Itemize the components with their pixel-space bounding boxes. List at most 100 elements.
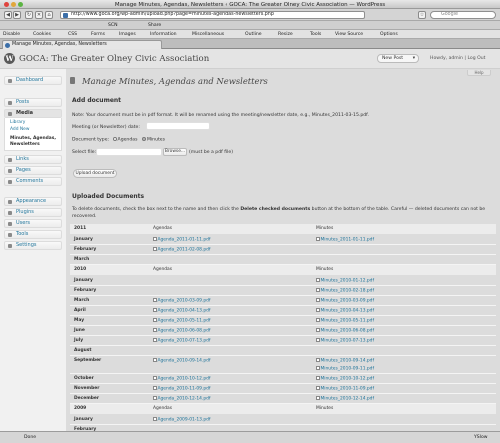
document-link[interactable]: Minutes_2010-04-13.pdf <box>321 308 375 313</box>
delete-checkbox[interactable] <box>153 386 157 390</box>
document-link[interactable]: Minutes_2010-02-18.pdf <box>321 288 375 293</box>
minutes-document[interactable]: Minutes_2010-12-14.pdf <box>316 396 374 401</box>
delete-checkbox[interactable] <box>153 338 157 342</box>
delete-checkbox[interactable] <box>153 376 157 380</box>
document-link[interactable]: Minutes_2010-06-08.pdf <box>321 328 375 333</box>
dev-resize[interactable]: Resize <box>278 32 293 37</box>
new-post-button[interactable]: New Post ▾ <box>377 54 419 63</box>
minutes-document[interactable]: Minutes_2010-09-11.pdf <box>316 366 374 371</box>
agenda-document[interactable]: Agenda_2010-09-14.pdf <box>153 358 210 363</box>
stop-icon[interactable]: ✕ <box>35 11 43 19</box>
menu-media[interactable]: Media <box>4 109 62 118</box>
document-link[interactable]: Minutes_2011-01-11.pdf <box>321 237 375 242</box>
delete-checkbox[interactable] <box>153 328 157 332</box>
menu-tools[interactable]: Tools <box>4 230 62 239</box>
minutes-document[interactable]: Minutes_2010-06-08.pdf <box>316 328 374 333</box>
menu-users[interactable]: Users <box>4 219 62 228</box>
minutes-document[interactable]: Minutes_2010-11-09.pdf <box>316 386 374 391</box>
document-link[interactable]: Agenda_2011-01-11.pdf <box>158 237 211 242</box>
menu-links[interactable]: Links <box>4 155 62 164</box>
document-link[interactable]: Agenda_2010-12-14.pdf <box>158 396 211 401</box>
minutes-document[interactable]: Minutes_2010-02-18.pdf <box>316 288 374 293</box>
delete-checkbox[interactable] <box>316 318 320 322</box>
delete-checkbox[interactable] <box>153 308 157 312</box>
agenda-document[interactable]: Agenda_2010-12-14.pdf <box>153 396 210 401</box>
delete-checkbox[interactable] <box>153 247 157 251</box>
minutes-document[interactable]: Minutes_2010-04-13.pdf <box>316 308 374 313</box>
menu-appearance[interactable]: Appearance <box>4 197 62 206</box>
tab-manage-minutes[interactable]: Manage Minutes, Agendas, Newsletters <box>2 40 162 49</box>
dev-outline[interactable]: Outline <box>245 32 262 37</box>
url-field[interactable]: http://www.goca.org/wp-admin/upload.php?… <box>60 11 365 19</box>
delete-checkbox[interactable] <box>153 396 157 400</box>
home-icon[interactable]: ⌂ <box>45 11 53 19</box>
back-icon[interactable]: ◀ <box>4 11 12 19</box>
minutes-document[interactable]: Minutes_2010-10-12.pdf <box>316 376 374 381</box>
yslow-indicator[interactable]: YSlow <box>474 435 488 440</box>
agenda-document[interactable]: Agenda_2009-01-13.pdf <box>153 417 210 422</box>
document-link[interactable]: Minutes_2010-09-14.pdf <box>321 358 375 363</box>
document-link[interactable]: Agenda_2010-06-08.pdf <box>158 328 211 333</box>
delete-checkbox[interactable] <box>153 417 157 421</box>
delete-checkbox[interactable] <box>153 358 157 362</box>
bookmark-scn[interactable]: SCN <box>108 23 118 28</box>
document-link[interactable]: Minutes_2010-11-09.pdf <box>321 386 375 391</box>
user-greeting[interactable]: Howdy, admin | Log Out <box>430 56 485 61</box>
menu-plugins[interactable]: Plugins <box>4 208 62 217</box>
delete-checkbox[interactable] <box>316 366 320 370</box>
agenda-document[interactable]: Agenda_2010-06-08.pdf <box>153 328 210 333</box>
delete-checkbox[interactable] <box>316 376 320 380</box>
agenda-document[interactable]: Agenda_2011-02-08.pdf <box>153 247 210 252</box>
document-link[interactable]: Agenda_2010-03-09.pdf <box>158 298 211 303</box>
dev-view-source[interactable]: View Source <box>335 32 363 37</box>
document-link[interactable]: Minutes_2010-07-13.pdf <box>321 338 375 343</box>
submenu-minutes-line1[interactable]: Minutes, Agendas, <box>10 136 56 141</box>
document-link[interactable]: Minutes_2010-12-14.pdf <box>321 396 375 401</box>
dev-css[interactable]: CSS <box>68 32 77 37</box>
dev-miscellaneous[interactable]: Miscellaneous <box>192 32 224 37</box>
submenu-add-new[interactable]: Add New <box>10 127 29 132</box>
bookmark-share[interactable]: Share <box>148 23 161 28</box>
agenda-document[interactable]: Agenda_2010-10-12.pdf <box>153 376 210 381</box>
document-link[interactable]: Agenda_2010-11-09.pdf <box>158 386 211 391</box>
agenda-document[interactable]: Agenda_2010-04-13.pdf <box>153 308 210 313</box>
delete-checkbox[interactable] <box>316 298 320 302</box>
agenda-document[interactable]: Agenda_2010-07-13.pdf <box>153 338 210 343</box>
delete-checkbox[interactable] <box>316 396 320 400</box>
forward-icon[interactable]: ▶ <box>13 11 21 19</box>
delete-checkbox[interactable] <box>316 386 320 390</box>
document-link[interactable]: Agenda_2010-09-14.pdf <box>158 358 211 363</box>
minutes-document[interactable]: Minutes_2010-03-09.pdf <box>316 298 374 303</box>
delete-checkbox[interactable] <box>316 278 320 282</box>
submenu-library[interactable]: Library <box>10 120 25 125</box>
agenda-document[interactable]: Agenda_2010-03-09.pdf <box>153 298 210 303</box>
upload-document-button[interactable]: Upload document <box>73 169 117 178</box>
agenda-document[interactable]: Agenda_2010-11-09.pdf <box>153 386 210 391</box>
browse-button[interactable]: Browse... <box>163 148 187 156</box>
delete-checkbox[interactable] <box>153 318 157 322</box>
document-link[interactable]: Agenda_2010-04-13.pdf <box>158 308 211 313</box>
document-link[interactable]: Agenda_2011-02-08.pdf <box>158 247 211 252</box>
dev-cookies[interactable]: Cookies <box>33 32 51 37</box>
bookmark-star-icon[interactable]: ☆ <box>418 11 426 19</box>
dev-images[interactable]: Images <box>119 32 136 37</box>
delete-checkbox[interactable] <box>316 338 320 342</box>
meeting-date-input[interactable] <box>146 122 210 130</box>
agendas-radio[interactable] <box>112 137 117 141</box>
menu-dashboard[interactable]: Dashboard <box>4 76 62 85</box>
minutes-radio[interactable] <box>141 137 146 141</box>
document-link[interactable]: Minutes_2010-05-11.pdf <box>321 318 375 323</box>
file-path-input[interactable] <box>96 148 162 156</box>
document-link[interactable]: Agenda_2009-01-13.pdf <box>158 417 211 422</box>
dev-information[interactable]: Information <box>150 32 177 37</box>
menu-comments[interactable]: Comments <box>4 177 62 186</box>
minutes-document[interactable]: Minutes_2010-09-14.pdf <box>316 358 374 363</box>
delete-checkbox[interactable] <box>316 358 320 362</box>
minutes-document[interactable]: Minutes_2010-01-12.pdf <box>316 278 374 283</box>
dev-options[interactable]: Options <box>380 32 398 37</box>
reload-icon[interactable]: ↻ <box>25 11 33 19</box>
dropdown-arrow-icon[interactable]: ▾ <box>413 55 415 62</box>
submenu-minutes-line2[interactable]: Newsletters <box>10 142 40 147</box>
site-title[interactable]: GOCA: The Greater Olney Civic Associatio… <box>19 54 209 64</box>
minutes-document[interactable]: Minutes_2010-07-13.pdf <box>316 338 374 343</box>
